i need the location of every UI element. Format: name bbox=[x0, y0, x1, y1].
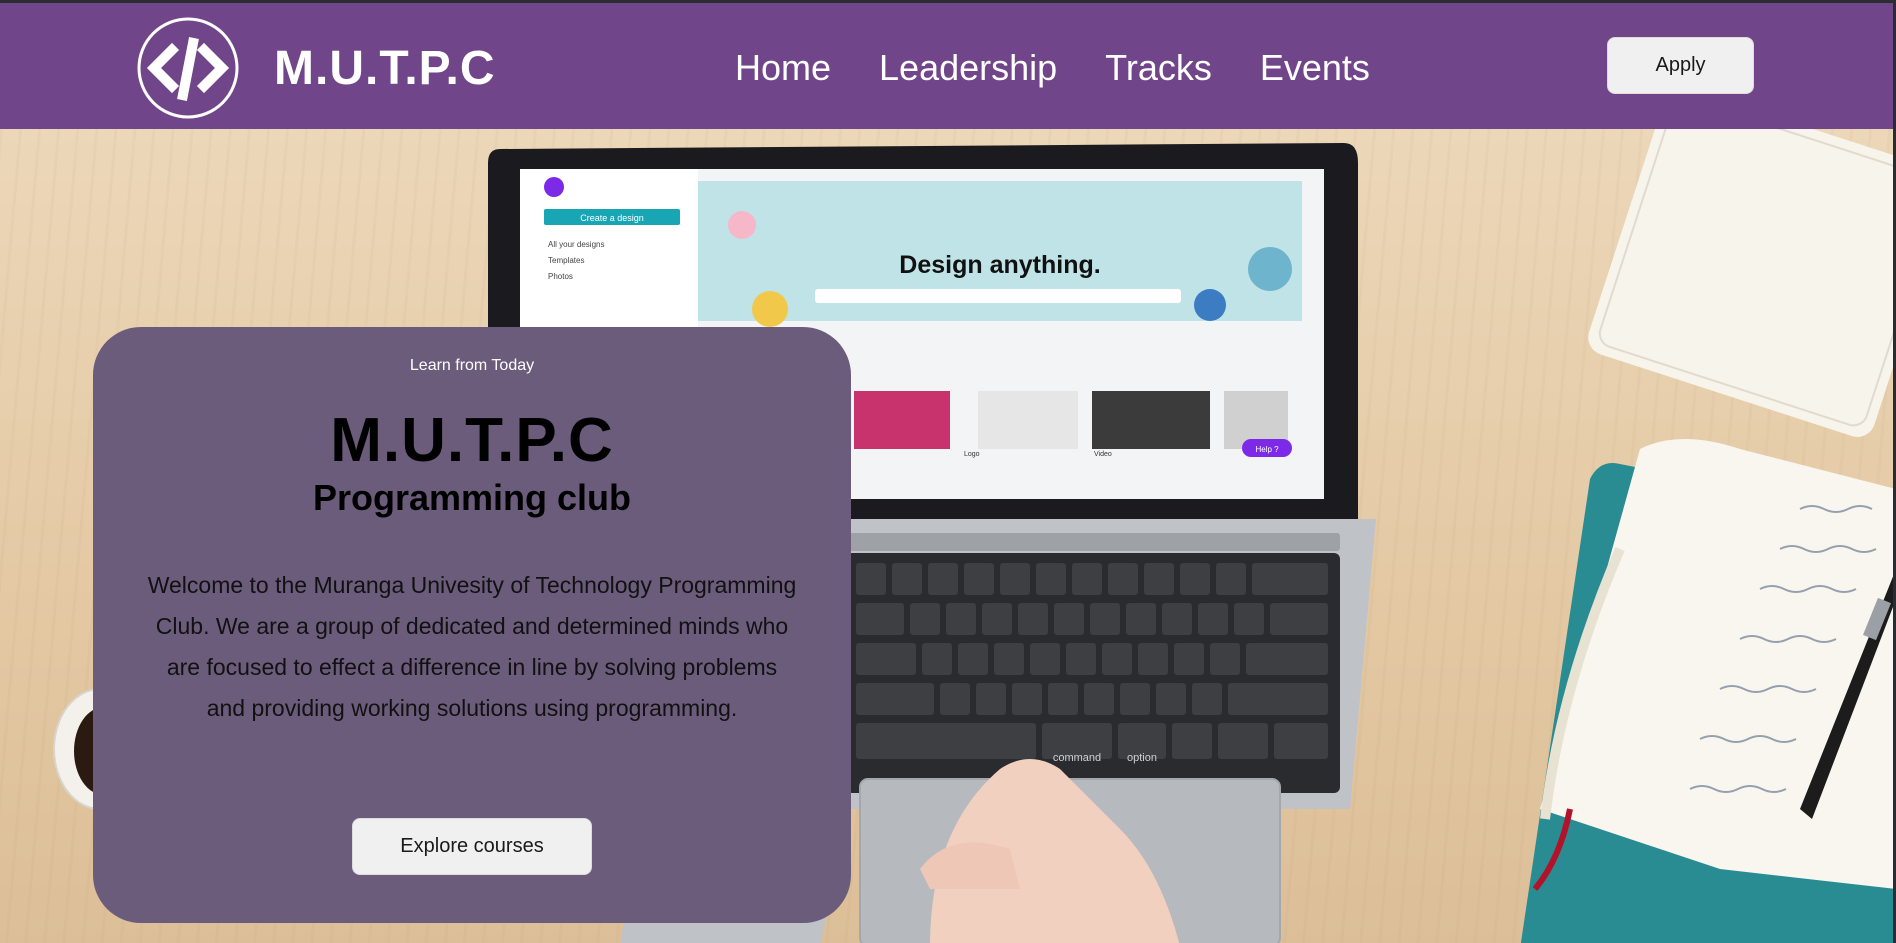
screen-headline: Design anything. bbox=[899, 251, 1100, 279]
apply-button[interactable]: Apply bbox=[1607, 37, 1754, 94]
hero-eyebrow: Learn from Today bbox=[409, 357, 535, 374]
hero-subtitle: Programming club bbox=[312, 477, 632, 518]
hero-card: Learn from Today M.U.T.P.C Programming c… bbox=[93, 327, 851, 923]
brand-name[interactable]: M.U.T.P.C bbox=[274, 41, 495, 96]
hero-description: Welcome to the Muranga Univesity of Tech… bbox=[147, 572, 797, 721]
hero-title: M.U.T.P.C bbox=[330, 406, 614, 475]
screen-create-button-text: Create a design bbox=[580, 213, 644, 223]
nav-link-home[interactable]: Home bbox=[735, 47, 831, 89]
screen-help-label: Help ? bbox=[1255, 445, 1279, 454]
screen-menu-item: Photos bbox=[548, 272, 573, 281]
navbar: M.U.T.P.C Home Leadership Tracks Events … bbox=[0, 3, 1893, 129]
explore-courses-button[interactable]: Explore courses bbox=[352, 818, 592, 875]
nav-link-events[interactable]: Events bbox=[1260, 47, 1370, 89]
code-brackets-icon[interactable] bbox=[136, 16, 240, 120]
main-nav: Home Leadership Tracks Events bbox=[735, 47, 1370, 89]
page: M.U.T.P.C Home Leadership Tracks Events … bbox=[0, 0, 1896, 943]
screen-tile-label: Logo bbox=[964, 451, 980, 458]
screen-menu-item: All your designs bbox=[548, 240, 604, 249]
nav-link-leadership[interactable]: Leadership bbox=[879, 47, 1057, 89]
screen-menu-item: Templates bbox=[548, 256, 584, 265]
keyboard-key-label: command bbox=[1053, 752, 1101, 764]
nav-link-tracks[interactable]: Tracks bbox=[1105, 47, 1212, 89]
screen-tile-label: Video bbox=[1094, 451, 1112, 458]
keyboard-key-label: option bbox=[1127, 752, 1157, 764]
